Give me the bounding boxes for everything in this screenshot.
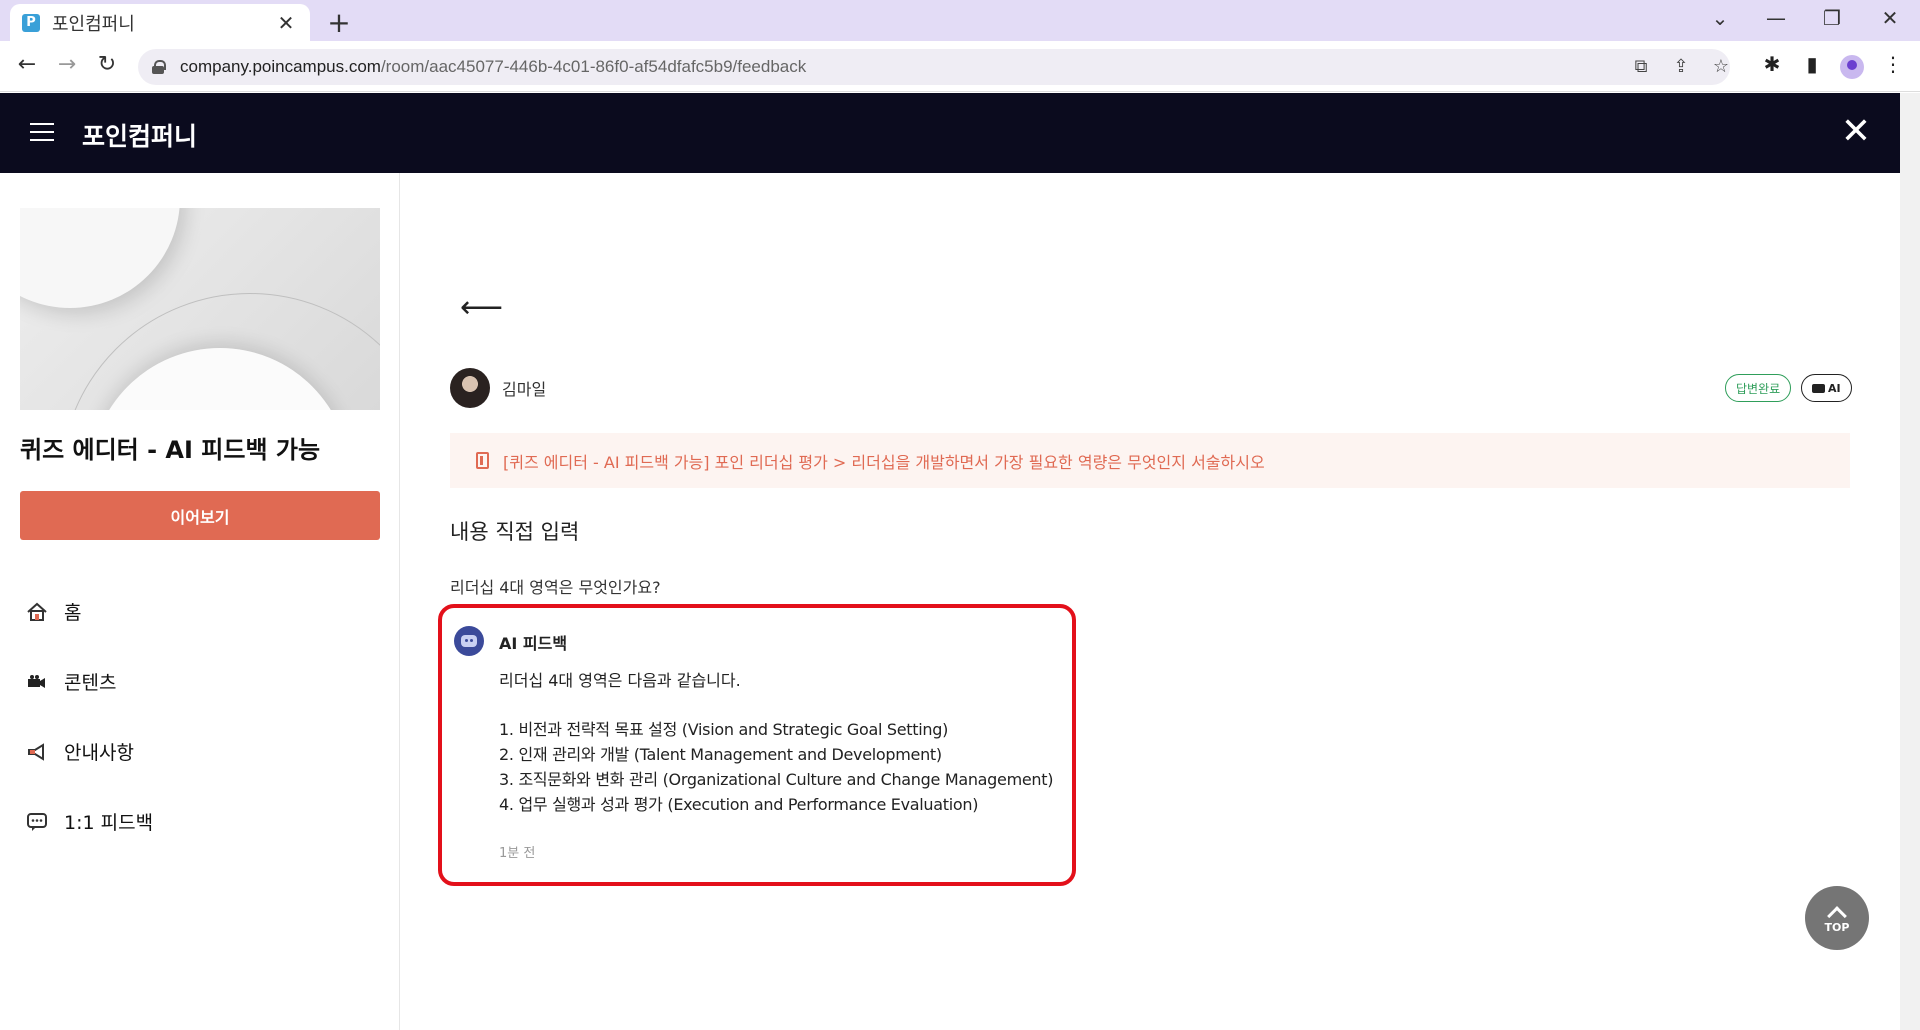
feedback-list: 1. 비전과 전략적 목표 설정 (Vision and Strategic G… (499, 717, 1053, 817)
sidebar-item-label: 홈 (64, 602, 82, 624)
side-panel-icon[interactable]: ▮ (1797, 52, 1827, 76)
tab-search-icon[interactable]: ⌄ (1700, 6, 1740, 30)
list-item: 4. 업무 실행과 성과 평가 (Execution and Performan… (499, 795, 979, 814)
list-item: 2. 인재 관리와 개발 (Talent Management and Deve… (499, 745, 942, 764)
address-bar-row: ← → ↻ company.poincampus.com/room/aac450… (0, 41, 1920, 92)
scroll-top-button[interactable]: TOP (1805, 886, 1869, 950)
status-badge: 답변완료 (1725, 374, 1792, 402)
section-title: 내용 직접 입력 (450, 520, 580, 544)
browser-menu-icon[interactable]: ⋮ (1878, 52, 1908, 76)
chat-bubble-icon (26, 811, 48, 833)
minimize-icon[interactable]: — (1756, 6, 1796, 30)
feedback-intro: 리더십 4대 영역은 다음과 같습니다. (499, 671, 741, 690)
course-title: 퀴즈 에디터 - AI 피드백 가능 (20, 436, 321, 464)
continue-button[interactable]: 이어보기 (20, 491, 380, 540)
sidebar-item-contents[interactable]: 콘텐츠 (26, 668, 116, 695)
lock-icon (152, 60, 166, 74)
ai-feedback-card: AI 피드백 리더십 4대 영역은 다음과 같습니다. 1. 비전과 전략적 목… (438, 604, 1076, 886)
hamburger-menu-icon[interactable] (30, 123, 54, 141)
bookmark-icon (476, 452, 489, 469)
browser-tab-bar: P 포인컴퍼니 ✕ + ⌄ — ❐ ✕ (0, 0, 1920, 41)
app-header: 포인컴퍼니 ✕ (0, 93, 1900, 173)
feedback-timestamp: 1분 전 (499, 846, 536, 861)
laptop-icon (1812, 383, 1825, 393)
list-item: 3. 조직문화와 변화 관리 (Organizational Culture a… (499, 770, 1054, 789)
close-icon[interactable]: ✕ (1836, 111, 1876, 152)
answer-text: 리더십 4대 영역은 무엇인가요? (450, 578, 661, 597)
sidebar-item-label: 1:1 피드백 (64, 812, 154, 834)
tab-close-icon[interactable]: ✕ (274, 11, 298, 35)
reload-icon[interactable]: ↻ (92, 52, 122, 77)
list-item: 1. 비전과 전략적 목표 설정 (Vision and Strategic G… (499, 720, 949, 739)
open-external-icon[interactable]: ⧉ (1628, 56, 1654, 77)
course-thumbnail (20, 208, 380, 410)
page-scrollbar[interactable] (1900, 93, 1920, 1030)
sidebar-item-label: 안내사항 (64, 742, 134, 764)
robot-icon (454, 626, 484, 656)
bookmark-star-icon[interactable]: ☆ (1708, 56, 1734, 77)
author-row: 김마일 (450, 368, 546, 408)
tab-title: 포인컴퍼니 (52, 13, 135, 35)
profile-avatar[interactable] (1840, 55, 1864, 79)
back-arrow-icon[interactable]: ⟵ (460, 290, 503, 325)
window-close-icon[interactable]: ✕ (1870, 6, 1910, 30)
home-icon (26, 601, 48, 623)
video-camera-icon (26, 671, 48, 693)
restore-icon[interactable]: ❐ (1812, 6, 1852, 30)
sidebar-item-home[interactable]: 홈 (26, 598, 81, 625)
sidebar-item-label: 콘텐츠 (64, 672, 117, 694)
browser-tab[interactable]: P 포인컴퍼니 ✕ (10, 4, 310, 41)
avatar (450, 368, 490, 408)
favicon-icon: P (22, 13, 40, 32)
url-host: company.poincampus.com (180, 57, 381, 76)
sidebar: 퀴즈 에디터 - AI 피드백 가능 이어보기 홈 콘텐츠 안내사항 1:1 피… (0, 173, 400, 1030)
feedback-label: AI 피드백 (499, 634, 568, 653)
back-icon[interactable]: ← (12, 52, 42, 77)
ai-badge: AI (1801, 374, 1852, 402)
sidebar-item-feedback[interactable]: 1:1 피드백 (26, 808, 153, 835)
app-title: 포인컴퍼니 (82, 122, 198, 151)
url-input[interactable]: company.poincampus.com/room/aac45077-446… (138, 49, 1730, 85)
question-banner: [퀴즈 에디터 - AI 피드백 가능] 포인 리더십 평가 > 리더십을 개발… (450, 433, 1850, 488)
ai-badge-label: AI (1828, 381, 1841, 395)
forward-icon[interactable]: → (52, 52, 82, 77)
new-tab-icon[interactable]: + (324, 6, 354, 39)
author-name: 김마일 (502, 380, 547, 399)
extensions-icon[interactable]: ✱ (1757, 52, 1787, 76)
megaphone-icon (26, 741, 48, 763)
sidebar-item-notices[interactable]: 안내사항 (26, 738, 134, 765)
question-text: [퀴즈 에디터 - AI 피드백 가능] 포인 리더십 평가 > 리더십을 개발… (503, 452, 1265, 472)
url-path: /room/aac45077-446b-4c01-86f0-af54dfafc5… (380, 57, 807, 76)
url-text: company.poincampus.com/room/aac45077-446… (180, 57, 806, 77)
share-icon[interactable]: ⇪ (1668, 56, 1694, 77)
